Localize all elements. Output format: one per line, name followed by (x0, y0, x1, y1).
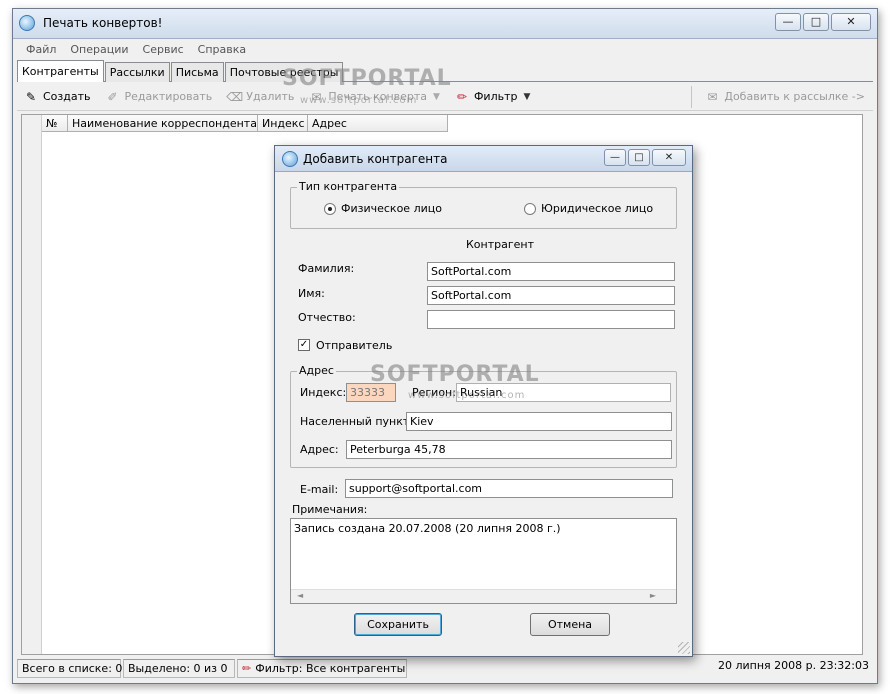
add-mailing-icon: ✉ (707, 89, 718, 104)
dialog-title-bar[interactable]: Добавить контрагента — □ ✕ (275, 146, 692, 172)
dialog-minimize-button[interactable]: — (604, 149, 626, 166)
title-bar[interactable]: Печать конвертов! — □ ✕ (13, 9, 877, 39)
edit-icon: ✐ (107, 89, 118, 104)
type-group-label: Тип контрагента (297, 180, 400, 193)
status-total: Всего в списке: 0 (17, 658, 122, 678)
locality-label: Населенный пункт: (300, 415, 413, 428)
surname-field[interactable]: SoftPortal.com (427, 262, 675, 281)
status-selected: Выделено: 0 из 0 (123, 658, 235, 678)
dialog-app-icon (282, 151, 298, 167)
radio-individual[interactable]: Физическое лицо (324, 202, 442, 215)
column-correspondent[interactable]: Наименование корреспондента (68, 115, 258, 131)
column-number[interactable]: № (42, 115, 68, 131)
edit-label: Редактировать (124, 90, 213, 103)
save-button[interactable]: Сохранить (354, 613, 442, 636)
locality-field[interactable]: Kiev (406, 412, 672, 431)
dialog-title: Добавить контрагента (303, 152, 448, 166)
add-counterparty-dialog: Добавить контрагента — □ ✕ Тип контраген… (274, 145, 693, 657)
scroll-right-icon[interactable]: ► (650, 591, 656, 600)
filter-label: Фильтр (473, 90, 518, 103)
menu-bar: Файл Операции Сервис Справка (13, 40, 877, 60)
index-label: Индекс: (300, 386, 347, 399)
name-label: Имя: (298, 287, 325, 300)
patronymic-label: Отчество: (298, 311, 356, 324)
dialog-close-button[interactable]: ✕ (652, 149, 686, 166)
email-label: E-mail: (300, 483, 339, 496)
sender-checkbox[interactable]: ✓ (298, 339, 310, 351)
close-button[interactable]: ✕ (831, 13, 871, 31)
eraser-icon: ⌫ (226, 89, 244, 104)
notes-horizontal-scrollbar[interactable]: ◄ ► (291, 589, 676, 603)
add-to-mailing-label: Добавить к рассылке -> (724, 90, 865, 103)
notes-text: Запись создана 20.07.2008 (20 липня 2008… (294, 522, 561, 535)
menu-operations[interactable]: Операции (63, 40, 135, 60)
tab-letters[interactable]: Письма (170, 62, 224, 82)
window-title: Печать конвертов! (43, 16, 163, 30)
name-field[interactable]: SoftPortal.com (427, 286, 675, 305)
watermark-url-top: www.softportal.com (300, 95, 418, 106)
filter-button[interactable]: ✏ Фильтр ▼ (448, 85, 538, 109)
tab-counterparties[interactable]: Контрагенты (17, 60, 104, 82)
menu-help[interactable]: Справка (191, 40, 253, 60)
status-filter-text: Фильтр: Все контрагенты (255, 661, 406, 675)
grid-row-indicator (22, 115, 42, 654)
filter-status-icon: ✏ (242, 661, 252, 675)
notes-textarea[interactable]: Запись создана 20.07.2008 (20 липня 2008… (290, 518, 677, 604)
column-address[interactable]: Адрес (308, 115, 448, 131)
toolbar-separator (691, 85, 693, 108)
new-document-icon: ✎ (25, 89, 37, 104)
dialog-maximize-button[interactable]: □ (628, 149, 650, 166)
sender-label: Отправитель (316, 339, 393, 352)
filter-dropdown-arrow[interactable]: ▼ (523, 92, 530, 102)
scroll-left-icon[interactable]: ◄ (297, 591, 303, 600)
surname-label: Фамилия: (298, 262, 355, 275)
app-icon (19, 15, 35, 31)
notes-label: Примечания: (292, 503, 368, 516)
address-field[interactable]: Peterburga 45,78 (346, 440, 672, 459)
cancel-button[interactable]: Отмена (530, 613, 610, 636)
menu-file[interactable]: Файл (19, 40, 63, 60)
delete-label: Удалить (246, 90, 295, 103)
create-label: Создать (43, 90, 91, 103)
print-dropdown-arrow[interactable]: ▼ (433, 92, 440, 102)
watermark-logo-top: SOFTPORTAL (282, 66, 452, 91)
radio-legal-entity-label: Юридическое лицо (541, 202, 654, 215)
radio-individual-label: Физическое лицо (341, 202, 442, 215)
window-controls: — □ ✕ (773, 13, 871, 31)
radio-individual-dot[interactable] (324, 202, 336, 215)
email-field[interactable]: support@softportal.com (345, 479, 673, 498)
minimize-button[interactable]: — (775, 13, 801, 31)
status-filter: ✏ Фильтр: Все контрагенты (237, 658, 407, 678)
watermark-logo-dialog: SOFTPORTAL (370, 362, 540, 387)
address-label: Адрес: (300, 443, 339, 456)
status-datetime: 20 липня 2008 р. 23:32:03 (717, 659, 869, 672)
dialog-window-controls: — □ ✕ (602, 149, 686, 166)
resize-grip-icon[interactable] (678, 642, 690, 654)
address-group-label: Адрес (297, 364, 336, 377)
column-index[interactable]: Индекс (258, 115, 308, 131)
funnel-icon: ✏ (456, 89, 467, 104)
add-to-mailing-button[interactable]: ✉ Добавить к рассылке -> (698, 85, 873, 109)
menu-service[interactable]: Сервис (136, 40, 191, 60)
patronymic-field[interactable] (427, 310, 675, 329)
status-bar: Всего в списке: 0 Выделено: 0 из 0 ✏ Фил… (17, 657, 873, 679)
maximize-button[interactable]: □ (803, 13, 829, 31)
watermark-url-dialog: www.softportal.com (408, 390, 526, 401)
edit-button[interactable]: ✐ Редактировать (99, 85, 221, 109)
create-button[interactable]: ✎ Создать (17, 85, 99, 109)
tab-mailings[interactable]: Рассылки (104, 62, 170, 82)
grid-header: № Наименование корреспондента Индекс Адр… (42, 115, 448, 132)
section-title: Контрагент (466, 238, 535, 251)
radio-legal-entity-dot[interactable] (524, 202, 536, 215)
radio-legal-entity[interactable]: Юридическое лицо (524, 202, 653, 215)
type-groupbox: Тип контрагента Физическое лицо Юридичес… (290, 180, 677, 229)
